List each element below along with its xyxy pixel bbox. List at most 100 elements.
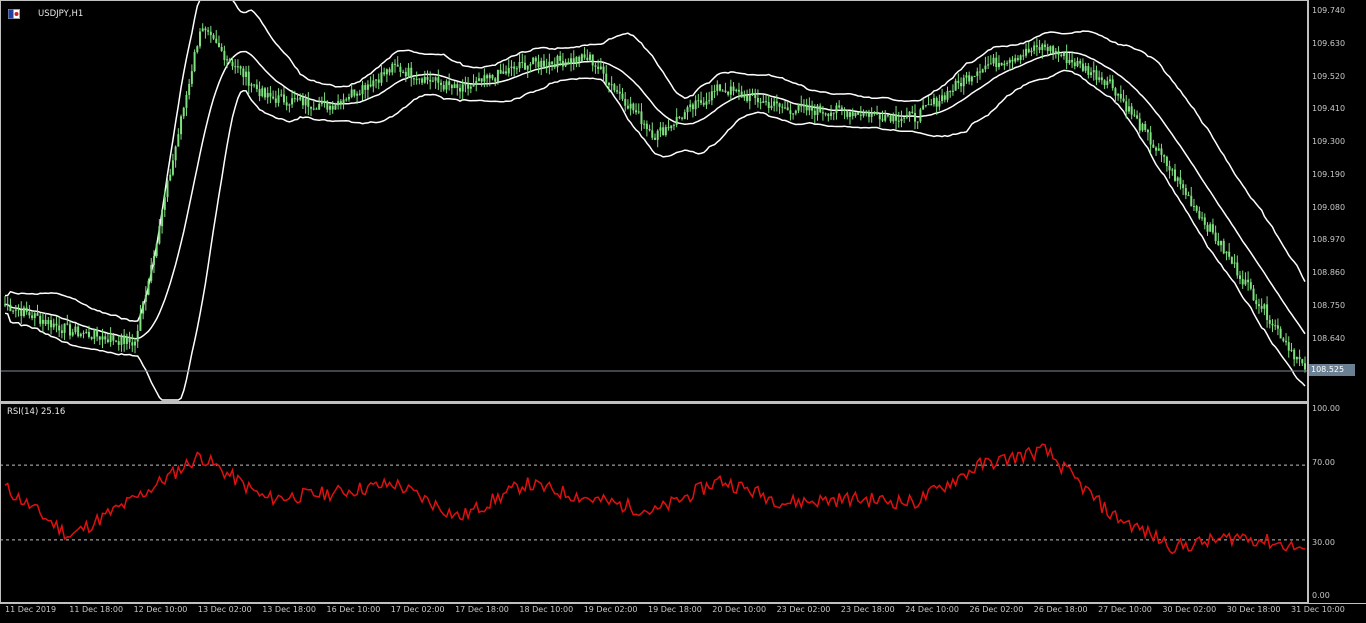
price-tick-label: 109.300 — [1312, 137, 1346, 146]
candle-body — [90, 337, 93, 339]
candle-body — [109, 335, 112, 343]
candle-body — [727, 91, 730, 95]
time-tick-label: 19 Dec 02:00 — [583, 605, 638, 614]
candle-body — [637, 111, 640, 113]
price-tick-label: 108.750 — [1312, 300, 1346, 310]
candle-body — [827, 113, 830, 117]
candle-body — [1071, 59, 1074, 63]
candle-body — [616, 90, 619, 92]
candle-body — [941, 95, 944, 102]
candle-body — [1304, 363, 1306, 370]
candle-body — [22, 307, 25, 316]
candle-body — [1276, 325, 1279, 329]
candle-body — [905, 114, 908, 118]
candle-body — [1146, 129, 1149, 133]
candle-body — [965, 75, 968, 78]
candle-body — [1111, 79, 1114, 89]
candle-body — [377, 79, 380, 83]
candle-body — [1068, 59, 1071, 64]
candle-body — [1206, 224, 1209, 232]
candle-body — [14, 309, 17, 311]
candle-body — [751, 92, 754, 96]
candle-body — [537, 61, 540, 68]
candle-body — [1062, 52, 1065, 56]
candle-body — [234, 66, 237, 68]
candle-body — [82, 332, 85, 334]
candle-body — [123, 335, 126, 344]
candle-body — [995, 57, 998, 67]
candle-body — [488, 74, 491, 79]
candle-body — [1160, 148, 1163, 155]
candle-body — [4, 304, 6, 306]
candle-body — [391, 63, 394, 73]
candle-body — [1209, 224, 1212, 232]
candle-body — [805, 104, 808, 111]
candle-body — [1057, 51, 1060, 55]
candle-body — [708, 100, 711, 102]
candle-body — [968, 75, 971, 82]
candle-body — [347, 96, 350, 100]
candle-body — [765, 101, 768, 103]
candle-body — [412, 78, 415, 80]
candle-body — [594, 65, 597, 67]
rsi-chart — [0, 403, 1308, 603]
candle-body — [886, 115, 889, 117]
candle-body — [610, 84, 613, 86]
candle-body — [1187, 195, 1190, 197]
candle-body — [1274, 325, 1277, 327]
candle-body — [180, 116, 183, 135]
candle-body — [1046, 46, 1049, 51]
candle-body — [575, 56, 578, 64]
candle-body — [483, 75, 486, 82]
candle-body — [618, 91, 621, 94]
candle-body — [792, 113, 795, 115]
symbol-flag-icon — [8, 9, 35, 19]
candle-body — [591, 54, 594, 66]
time-tick-label: 11 Dec 18:00 — [69, 605, 124, 614]
candle-body — [651, 130, 654, 138]
candle-body — [125, 336, 128, 344]
candle-body — [415, 78, 418, 80]
candle-body — [635, 110, 638, 113]
time-tick-label: 23 Dec 02:00 — [776, 605, 831, 614]
candle-body — [25, 307, 28, 313]
rsi-title: RSI(14) 25.16 — [7, 407, 66, 417]
price-chart — [0, 0, 1308, 402]
time-tick-label: 12 Dec 10:00 — [133, 605, 188, 614]
candle-body — [236, 66, 239, 68]
candle-body — [1190, 195, 1193, 207]
candle-body — [253, 84, 256, 86]
candle-body — [20, 309, 23, 316]
candle-body — [272, 96, 275, 99]
candle-body — [445, 81, 448, 90]
candle-body — [226, 59, 229, 61]
candle-body — [794, 110, 797, 114]
candle-body — [264, 88, 266, 98]
candle-body — [802, 104, 805, 107]
candle-body — [1293, 349, 1296, 360]
rsi-line — [4, 443, 1306, 555]
candle-body — [659, 127, 662, 131]
candle-body — [209, 31, 212, 36]
candle-body — [911, 111, 914, 113]
candle-body — [1138, 118, 1141, 131]
candle-body — [131, 342, 134, 346]
candle-body — [778, 103, 781, 107]
time-tick-label: 13 Dec 18:00 — [262, 605, 316, 614]
candle-body — [1257, 304, 1260, 307]
candle-body — [748, 95, 751, 102]
candle-body — [1192, 206, 1195, 208]
rsi-pane[interactable] — [0, 403, 1308, 603]
candle-body — [897, 120, 900, 122]
candle-body — [1006, 62, 1009, 64]
candle-body — [1168, 166, 1171, 171]
candle-body — [1049, 46, 1052, 51]
candle-body — [626, 105, 629, 109]
candle-body — [1092, 70, 1095, 73]
candle-body — [697, 100, 700, 102]
main-frame — [0, 0, 1308, 402]
price-chart-pane[interactable] — [0, 0, 1308, 402]
candle-body — [301, 97, 304, 106]
candle-body — [895, 114, 898, 121]
candle-body — [1106, 81, 1109, 86]
